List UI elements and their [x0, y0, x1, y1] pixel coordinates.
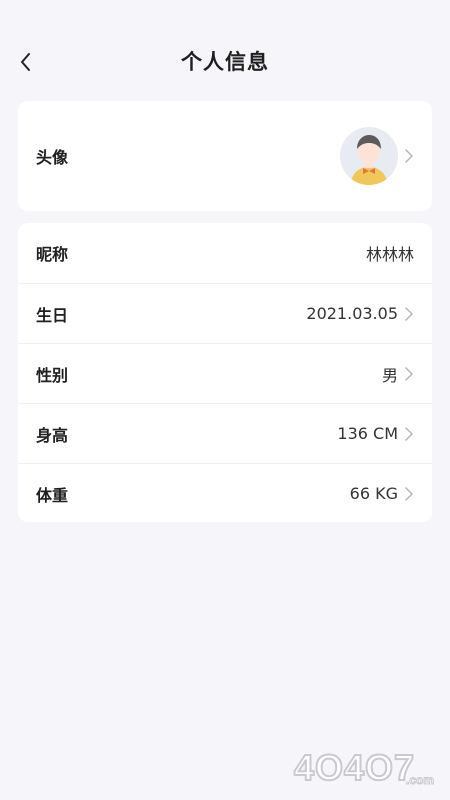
- watermark-logo: 4O4O7 .com: [293, 746, 435, 789]
- birthday-value: 2021.03.05: [306, 304, 398, 323]
- avatar-right: [340, 127, 414, 185]
- svg-text:4O4O7: 4O4O7: [294, 747, 415, 788]
- gender-right: 男: [382, 362, 414, 386]
- chevron-right-icon: [405, 149, 413, 163]
- height-label: 身高: [36, 425, 69, 445]
- avatar-label: 头像: [36, 148, 69, 167]
- chevron-right-icon: [405, 426, 413, 441]
- weight-right: 66 KG: [350, 484, 414, 503]
- gender-value: 男: [381, 365, 398, 385]
- weight-value: 66 KG: [349, 484, 398, 503]
- height-right: 136 CM: [337, 424, 414, 443]
- height-value: 136 CM: [337, 424, 398, 443]
- nickname-label: 昵称: [36, 245, 69, 264]
- nickname-row[interactable]: 昵称 林林林: [18, 223, 432, 283]
- weight-label: 体重: [36, 485, 69, 505]
- birthday-label: 生日: [36, 305, 69, 325]
- chevron-right-icon: [405, 486, 413, 501]
- avatar[interactable]: [340, 127, 398, 185]
- user-avatar-illustration: [340, 127, 398, 185]
- page-title: 个人信息: [181, 50, 269, 74]
- birthday-row[interactable]: 生日 2021.03.05: [18, 283, 432, 343]
- svg-text:.com: .com: [406, 773, 434, 787]
- avatar-row[interactable]: 头像: [18, 101, 432, 211]
- gender-label: 性别: [36, 365, 69, 385]
- weight-row[interactable]: 体重 66 KG: [18, 463, 432, 523]
- height-row[interactable]: 身高 136 CM: [18, 403, 432, 463]
- nickname-right: 林林林: [366, 241, 414, 265]
- profile-info-card: 昵称 林林林 生日 2021.03.05 性别 男 身高 136 CM 体重 6…: [18, 223, 432, 522]
- chevron-right-icon: [405, 306, 413, 321]
- birthday-right: 2021.03.05: [306, 304, 414, 323]
- chevron-right-icon: [405, 366, 413, 381]
- nickname-value: 林林林: [365, 245, 414, 264]
- gender-row[interactable]: 性别 男: [18, 343, 432, 403]
- avatar-card: 头像: [18, 101, 432, 211]
